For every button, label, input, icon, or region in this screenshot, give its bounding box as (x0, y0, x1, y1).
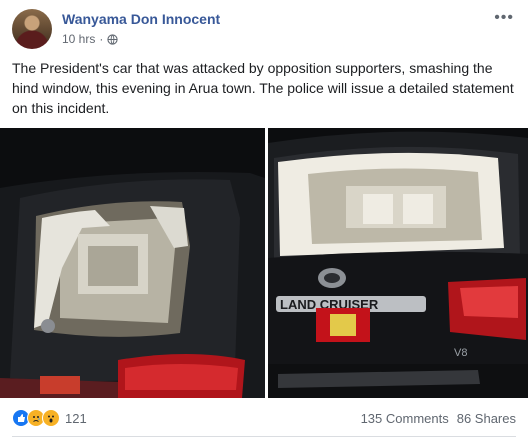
photo-grid: LAND CRUISER V8 (0, 128, 528, 398)
engagement-stats: 135 Comments 86 Shares (361, 411, 516, 426)
post-time[interactable]: 10 hrs (62, 32, 95, 46)
v8-emblem: V8 (454, 347, 467, 359)
author-name[interactable]: Wanyama Don Innocent (62, 11, 220, 27)
car-rear-left-image (0, 128, 265, 398)
comments-link[interactable]: 135 Comments (361, 411, 449, 426)
reaction-count: 121 (65, 410, 87, 426)
globe-icon[interactable] (107, 33, 118, 45)
photo-right[interactable]: LAND CRUISER V8 (268, 128, 528, 398)
wow-icon (42, 409, 60, 427)
post-header: Wanyama Don Innocent 10 hrs · ••• (12, 9, 516, 53)
divider (12, 436, 516, 437)
more-options-icon[interactable]: ••• (494, 9, 514, 27)
post-meta: 10 hrs · (62, 32, 118, 46)
post-text: The President's car that was attacked by… (12, 60, 514, 116)
shares-link[interactable]: 86 Shares (457, 411, 516, 426)
avatar[interactable] (12, 9, 52, 49)
reactions-summary[interactable]: 121 (12, 409, 87, 427)
photo-left[interactable] (0, 128, 265, 398)
car-rear-right-image: LAND CRUISER V8 (268, 128, 528, 398)
